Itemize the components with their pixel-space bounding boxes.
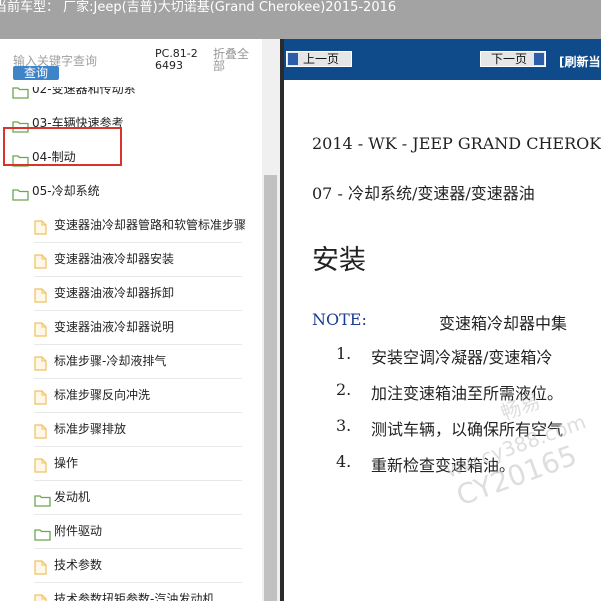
content-pane: 上一页 下一页 [刷新当 2014 - WK - JEEP GRAND CHER… [284, 39, 601, 601]
row-separator [34, 514, 242, 515]
row-separator [34, 344, 242, 345]
vehicle-title: 当前车型： 厂家:Jeep(吉普)大切诺基(Grand Cherokee)201… [0, 0, 397, 15]
document-icon [34, 559, 47, 583]
tree-doc-item[interactable]: 标准步骤反向冲洗 [0, 383, 264, 407]
step-number: 3. [336, 416, 352, 435]
step-text: 安装空调冷凝器/变速箱冷 [371, 348, 553, 367]
selection-highlight [3, 127, 122, 166]
tree-doc-item[interactable]: 变速器油液冷却器安装 [0, 247, 264, 271]
scroll-up-arrow[interactable] [262, 39, 280, 56]
tree-item-label: 技术参数扭矩参数-汽油发动机 [54, 592, 215, 601]
document-icon [34, 355, 47, 379]
row-separator [34, 378, 242, 379]
folder-icon [34, 491, 51, 515]
row-separator [34, 548, 242, 549]
tree-item-label: 操作 [54, 456, 79, 470]
note-text: 变速箱冷却器中集 [439, 314, 568, 333]
tree-folder-item[interactable]: 05-冷却系统 [0, 179, 264, 203]
folder-icon [34, 525, 51, 549]
row-separator [34, 446, 242, 447]
tree-doc-item[interactable]: 标准步骤-冷却液排气 [0, 349, 264, 373]
scrollbar-thumb[interactable] [264, 175, 277, 601]
refresh-link[interactable]: [刷新当 [559, 53, 601, 70]
row-separator [34, 412, 242, 413]
doc-heading: 安装 [312, 245, 366, 276]
document-icon [34, 321, 47, 345]
sidebar: 输入关键字查询 查询 PC.81-26493 折叠全部 02-变速器和传动系 03… [0, 39, 280, 601]
tree-item-label: 变速器油冷却器管路和软管标准步骤 [54, 218, 247, 232]
tree-doc-item[interactable]: 操作 [0, 451, 264, 475]
tree-folder-item[interactable]: 发动机 [0, 485, 264, 509]
document-body: 2014 - WK - JEEP GRAND CHEROK 07 - 冷却系统/… [284, 80, 601, 601]
step-number: 4. [336, 452, 352, 471]
tree-doc-item[interactable]: 变速器油液冷却器拆卸 [0, 281, 264, 305]
tree-doc-item[interactable]: 技术参数扭矩参数-汽油发动机 [0, 587, 264, 601]
tree-item-label: 变速器油液冷却器安装 [54, 252, 175, 266]
search-button[interactable]: 查询 [13, 66, 59, 80]
search-row: 输入关键字查询 查询 PC.81-26493 折叠全部 [0, 39, 262, 87]
title-bar: 当前车型： 厂家:Jeep(吉普)大切诺基(Grand Cherokee)201… [0, 0, 601, 39]
tree-folder-item[interactable]: 02-变速器和传动系 [0, 87, 264, 101]
step-text: 加注变速箱油至所需液位。 [371, 384, 564, 403]
tree-item-label: 标准步骤反向冲洗 [54, 388, 151, 402]
document-icon [34, 593, 47, 601]
tree-doc-item[interactable]: 变速器油冷却器管路和软管标准步骤 [0, 213, 264, 237]
row-separator [34, 582, 242, 583]
row-separator [34, 276, 242, 277]
next-page-button[interactable]: 下一页 [480, 51, 546, 67]
tree-item-label: 发动机 [54, 490, 91, 504]
row-separator [34, 480, 242, 481]
row-separator [34, 310, 242, 311]
tree-folder-item[interactable]: 附件驱动 [0, 519, 264, 543]
prev-page-button[interactable]: 上一页 [286, 51, 352, 67]
tree-item-label: 标准步骤-冷却液排气 [54, 354, 167, 368]
tree-item-label: 附件驱动 [54, 524, 103, 538]
arrow-right-icon [534, 53, 544, 65]
arrow-left-icon [288, 53, 298, 65]
document-icon [34, 287, 47, 311]
tree-doc-item[interactable]: 变速器油液冷却器说明 [0, 315, 264, 339]
document-icon [34, 389, 47, 413]
document-icon [34, 219, 47, 243]
step-number: 1. [336, 344, 352, 363]
document-icon [34, 423, 47, 447]
tree-item-label: 标准步骤排放 [54, 422, 127, 436]
next-page-label: 下一页 [491, 52, 528, 66]
doc-section-line: 07 - 冷却系统/变速器/变速器油 [312, 184, 535, 203]
row-separator [34, 242, 242, 243]
tree-item-label: 技术参数 [54, 558, 103, 572]
tree-doc-item[interactable]: 标准步骤排放 [0, 417, 264, 441]
folder-icon [12, 185, 29, 209]
doc-model-line: 2014 - WK - JEEP GRAND CHEROK [312, 134, 601, 153]
step-number: 2. [336, 380, 352, 399]
document-icon [34, 457, 47, 481]
pc-code: PC.81-26493 [155, 47, 198, 72]
step-text: 重新检查变速箱油。 [371, 456, 516, 475]
prev-page-label: 上一页 [303, 52, 340, 66]
document-icon [34, 253, 47, 277]
tree-item-label: 变速器油液冷却器拆卸 [54, 286, 175, 300]
tree-item-label: 变速器油液冷却器说明 [54, 320, 175, 334]
collapse-all-button[interactable]: 折叠全部 [213, 48, 253, 72]
note-label: NOTE: [312, 310, 367, 329]
tree-item-label: 05-冷却系统 [32, 184, 100, 198]
nav-bar: 上一页 下一页 [刷新当 [284, 39, 601, 80]
step-text: 测试车辆，以确保所有空气 [371, 420, 564, 439]
tree-doc-item[interactable]: 技术参数 [0, 553, 264, 577]
folder-icon [12, 87, 29, 107]
tree-item-label: 02-变速器和传动系 [32, 87, 136, 96]
